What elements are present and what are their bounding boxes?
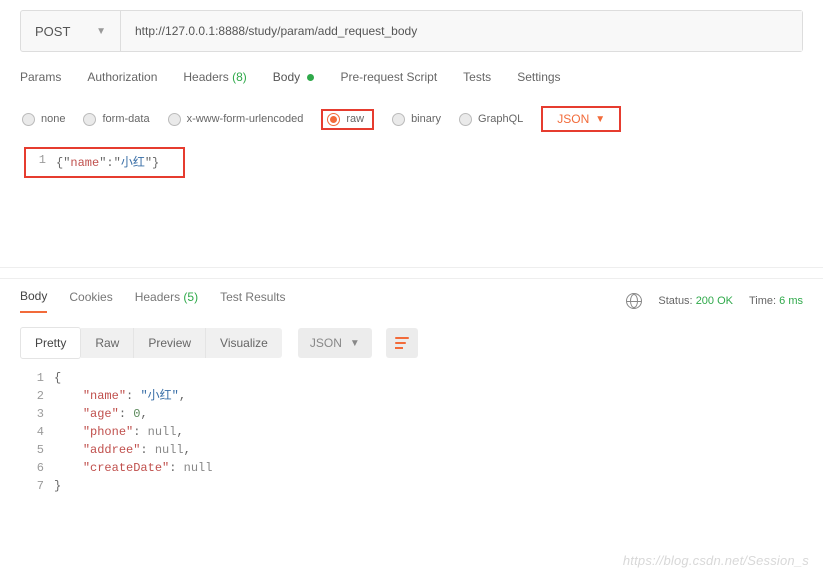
radio-icon — [459, 113, 472, 126]
radio-icon — [22, 113, 35, 126]
body-type-graphql-label: GraphQL — [478, 113, 523, 125]
code-line: "age": 0, — [54, 405, 148, 423]
response-format-value: JSON — [310, 336, 342, 350]
body-format-select[interactable]: JSON ▼ — [541, 106, 621, 132]
globe-icon[interactable] — [626, 293, 642, 309]
highlight-box-raw: raw — [321, 109, 374, 130]
body-type-none[interactable]: none — [22, 113, 65, 126]
highlight-box-body: 1 {"name":"小红"} — [24, 147, 185, 178]
tab-headers[interactable]: Headers (8) — [183, 70, 246, 90]
tab-tests[interactable]: Tests — [463, 70, 491, 90]
radio-icon — [83, 113, 96, 126]
request-tabs: Params Authorization Headers (8) Body Pr… — [0, 52, 823, 100]
response-tabs: Body Cookies Headers (5) Test Results St… — [0, 279, 823, 313]
rtab-body[interactable]: Body — [20, 289, 47, 313]
modified-dot-icon — [307, 74, 314, 81]
time-label: Time: — [749, 295, 776, 307]
body-format-value: JSON — [557, 112, 589, 126]
request-bar: POST ▼ http://127.0.0.1:8888/study/param… — [20, 10, 803, 52]
watermark-text: https://blog.csdn.net/Session_s — [623, 553, 809, 568]
line-number: 7 — [30, 477, 54, 495]
body-type-graphql[interactable]: GraphQL — [459, 113, 523, 126]
body-type-urlencoded[interactable]: x-www-form-urlencoded — [168, 113, 304, 126]
body-type-row: none form-data x-www-form-urlencoded raw… — [0, 100, 823, 147]
view-pretty-button[interactable]: Pretty — [20, 327, 81, 359]
code-line: "name": "小红", — [54, 387, 186, 405]
view-visualize-button[interactable]: Visualize — [206, 328, 282, 358]
body-type-raw-label: raw — [346, 113, 364, 125]
view-preview-button[interactable]: Preview — [134, 328, 206, 358]
tab-authorization[interactable]: Authorization — [87, 70, 157, 90]
body-type-none-label: none — [41, 113, 65, 125]
code-line: } — [54, 477, 61, 495]
tab-body[interactable]: Body — [273, 70, 315, 90]
line-number: 1 — [30, 369, 54, 387]
time-block: Time: 6 ms — [749, 295, 803, 307]
line-number: 2 — [30, 387, 54, 405]
code-line: "createDate": null — [54, 459, 212, 477]
line-number: 6 — [30, 459, 54, 477]
rtab-test-results[interactable]: Test Results — [220, 290, 285, 312]
rtab-headers[interactable]: Headers (5) — [135, 290, 198, 312]
status-value: 200 OK — [696, 295, 733, 307]
status-label: Status: — [658, 295, 692, 307]
line-number: 5 — [30, 441, 54, 459]
http-method-select[interactable]: POST ▼ — [21, 11, 121, 51]
time-value: 6 ms — [779, 295, 803, 307]
body-type-urlencoded-label: x-www-form-urlencoded — [187, 113, 304, 125]
tab-params[interactable]: Params — [20, 70, 61, 90]
chevron-down-icon: ▼ — [595, 114, 605, 125]
radio-checked-icon — [327, 113, 340, 126]
line-number: 4 — [30, 423, 54, 441]
http-method-value: POST — [35, 24, 70, 39]
tab-prerequest[interactable]: Pre-request Script — [340, 70, 437, 90]
request-body-editor[interactable]: 1 {"name":"小红"} — [0, 147, 823, 267]
line-number: 3 — [30, 405, 54, 423]
view-raw-button[interactable]: Raw — [81, 328, 134, 358]
chevron-down-icon: ▼ — [350, 338, 360, 349]
body-type-form-data-label: form-data — [102, 113, 149, 125]
chevron-down-icon: ▼ — [96, 26, 106, 37]
code-line: "addree": null, — [54, 441, 191, 459]
body-type-binary-label: binary — [411, 113, 441, 125]
response-toolbar: Pretty Raw Preview Visualize JSON ▼ — [0, 313, 823, 365]
wrap-icon — [395, 337, 409, 349]
response-format-select[interactable]: JSON ▼ — [298, 328, 372, 358]
rtab-headers-count: (5) — [183, 290, 198, 304]
wrap-lines-button[interactable] — [386, 328, 418, 358]
line-number: 1 — [26, 153, 56, 170]
code-line: { — [54, 369, 61, 387]
body-type-form-data[interactable]: form-data — [83, 113, 149, 126]
rtab-headers-label: Headers — [135, 290, 180, 304]
tab-headers-count: (8) — [232, 70, 247, 84]
radio-icon — [392, 113, 405, 126]
radio-icon — [168, 113, 181, 126]
code-line: "phone": null, — [54, 423, 184, 441]
tab-body-label: Body — [273, 70, 300, 84]
status-block: Status: 200 OK — [658, 295, 733, 307]
rtab-cookies[interactable]: Cookies — [69, 290, 112, 312]
url-input[interactable]: http://127.0.0.1:8888/study/param/add_re… — [121, 11, 802, 51]
body-type-binary[interactable]: binary — [392, 113, 441, 126]
tab-settings[interactable]: Settings — [517, 70, 560, 90]
request-body-code: {"name":"小红"} — [56, 153, 159, 170]
response-meta: Status: 200 OK Time: 6 ms — [626, 293, 803, 309]
tab-headers-label: Headers — [183, 70, 228, 84]
body-type-raw[interactable]: raw — [327, 113, 364, 126]
pane-divider[interactable] — [0, 267, 823, 279]
url-value: http://127.0.0.1:8888/study/param/add_re… — [135, 24, 417, 38]
response-body-editor[interactable]: 1{ 2 "name": "小红", 3 "age": 0, 4 "phone"… — [0, 365, 823, 495]
